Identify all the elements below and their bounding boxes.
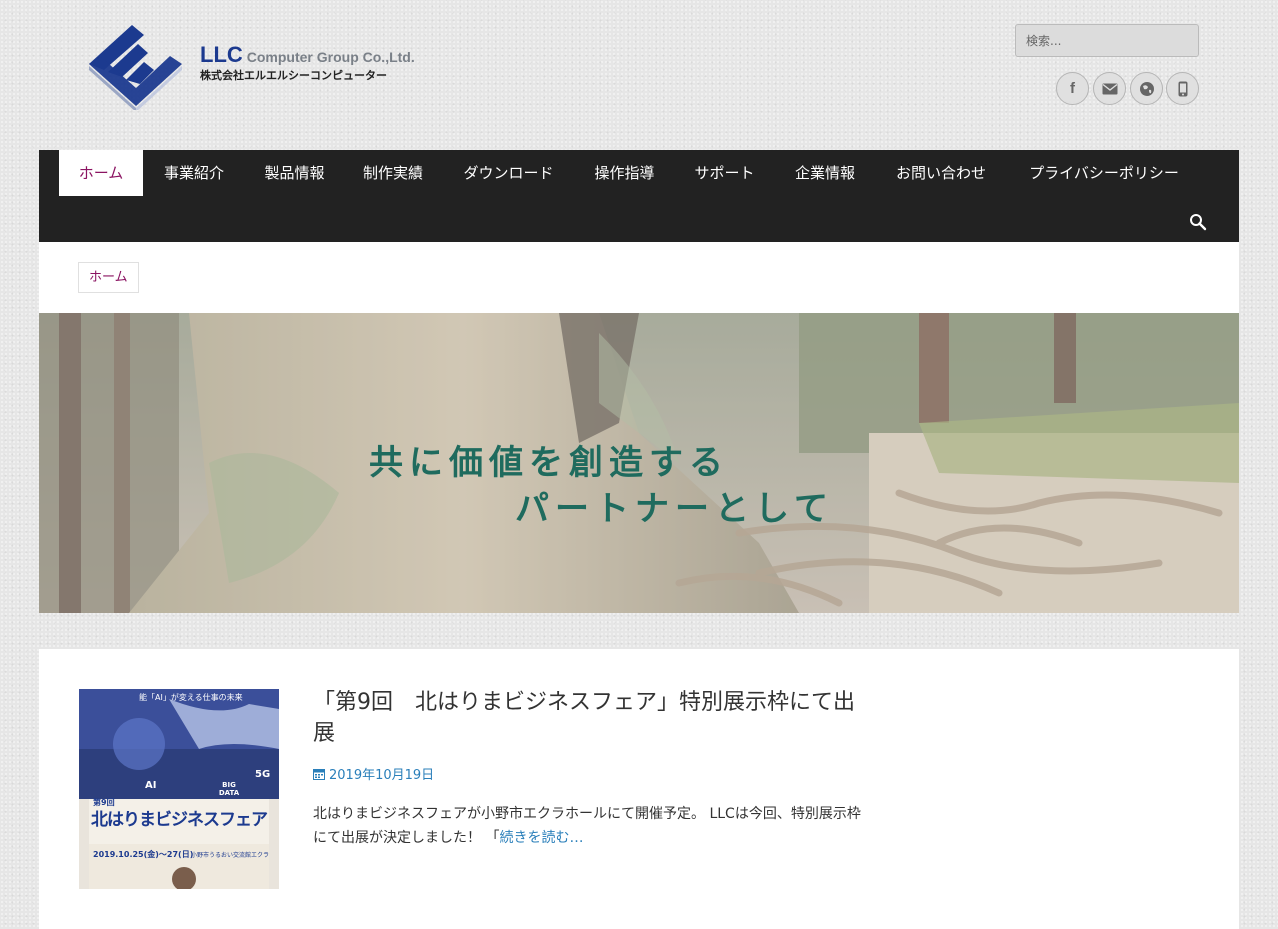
post-excerpt: 北はりまビジネスフェアが小野市エクラホールにて開催予定。 LLCは今回、特別展示… bbox=[313, 802, 873, 850]
breadcrumb: ホーム bbox=[39, 242, 1239, 313]
post-title-link[interactable]: 「第9回 北はりまビジネスフェア」特別展示枠にて出展 bbox=[313, 687, 873, 749]
breadcrumb-home[interactable]: ホーム bbox=[78, 262, 139, 293]
nav-item-business[interactable]: 事業紹介 bbox=[143, 150, 245, 196]
nav-item-home[interactable]: ホーム bbox=[59, 150, 143, 196]
nav-item-contact[interactable]: お問い合わせ bbox=[875, 150, 1007, 196]
logo-japanese-text: 株式会社エルエルシーコンピューター bbox=[200, 69, 387, 82]
phone-icon[interactable] bbox=[1166, 72, 1199, 105]
calendar-icon bbox=[313, 768, 325, 780]
mail-icon[interactable] bbox=[1093, 72, 1126, 105]
flyer-tag-bigdata: BIG DATA bbox=[218, 781, 240, 797]
search-input[interactable] bbox=[1015, 24, 1199, 57]
nav-item-training[interactable]: 操作指導 bbox=[575, 150, 674, 196]
company-logo[interactable]: LLC Computer Group Co.,Ltd. 株式会社エルエルシーコンピ… bbox=[86, 22, 446, 110]
flyer-title: 北はりまビジネスフェア bbox=[91, 810, 268, 830]
flyer-venue: 小野市うるおい交流館エクラ bbox=[191, 852, 270, 859]
flyer-tag-5g: 5G bbox=[255, 769, 271, 780]
hero-tagline-line1: 共に価値を創造する bbox=[369, 443, 729, 483]
flyer-dates: 2019.10.25(金)〜27(日) bbox=[93, 850, 194, 859]
llc-logo-mark bbox=[89, 25, 182, 110]
nav-item-works[interactable]: 制作実績 bbox=[344, 150, 442, 196]
hero-tagline-line2: パートナーとして bbox=[515, 489, 834, 529]
post-date-link[interactable]: 2019年10月19日 bbox=[313, 764, 434, 783]
nav-item-download[interactable]: ダウンロード bbox=[442, 150, 575, 196]
nav-item-support[interactable]: サポート bbox=[674, 150, 775, 196]
post-list: 能「AI」が変える仕事の未来 5G AI BIG DATA 第9回 北はりまビジ… bbox=[39, 649, 1239, 929]
post-date: 2019年10月19日 bbox=[329, 768, 435, 783]
hero-banner: 共に価値を創造する パートナーとして bbox=[39, 313, 1239, 613]
nav-item-company[interactable]: 企業情報 bbox=[775, 150, 875, 196]
post-thumbnail[interactable]: 能「AI」が変える仕事の未来 5G AI BIG DATA 第9回 北はりまビジ… bbox=[79, 689, 279, 889]
flyer-tag-ai: AI bbox=[145, 780, 157, 791]
logo-english-text: LLC Computer Group Co.,Ltd. bbox=[200, 42, 415, 67]
nav-item-privacy[interactable]: プライバシーポリシー bbox=[1007, 150, 1201, 196]
read-more-link[interactable]: 続きを読む… bbox=[499, 830, 583, 846]
post-excerpt-text: 北はりまビジネスフェアが小野市エクラホールにて開催予定。 LLCは今回、特別展示… bbox=[313, 806, 861, 846]
facebook-icon[interactable]: f bbox=[1056, 72, 1089, 105]
main-navigation: ホーム 事業紹介 製品情報 制作実績 ダウンロード 操作指導 サポート 企業情報… bbox=[39, 150, 1239, 242]
flyer-headline: 能「AI」が変える仕事の未来 bbox=[139, 693, 243, 702]
nav-item-products[interactable]: 製品情報 bbox=[245, 150, 344, 196]
globe-icon[interactable] bbox=[1130, 72, 1163, 105]
search-icon[interactable] bbox=[1189, 213, 1207, 231]
